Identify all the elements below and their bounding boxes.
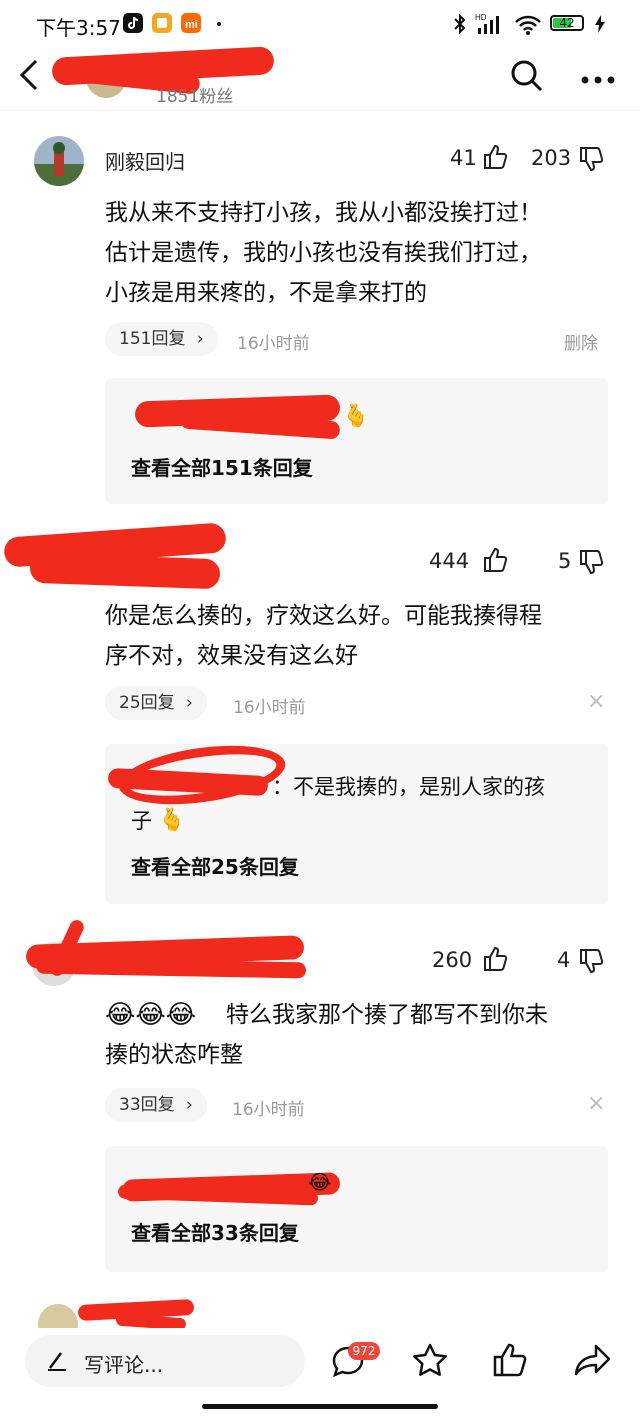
reply-text: 子 bbox=[131, 809, 152, 833]
crying-laughing-emojis: 😂😂😂 bbox=[105, 1000, 197, 1030]
close-icon[interactable]: × bbox=[587, 689, 605, 714]
redaction-mark bbox=[35, 957, 307, 979]
comment-input-placeholder[interactable]: 写评论... bbox=[84, 1349, 163, 1378]
chevron-right-icon: › bbox=[186, 693, 193, 713]
tiktok-icon bbox=[123, 13, 143, 33]
chevron-right-icon: › bbox=[186, 1095, 193, 1115]
thumbs-up-icon[interactable] bbox=[482, 946, 508, 972]
comment-time: 16小时前 bbox=[233, 698, 306, 718]
follower-count: 1851粉丝 bbox=[156, 87, 234, 107]
view-all-replies-link[interactable]: 查看全部33条回复 bbox=[131, 1217, 299, 1246]
redaction-mark bbox=[29, 552, 221, 590]
like-count: 444 bbox=[429, 549, 470, 573]
notification-dot bbox=[217, 22, 221, 26]
dislike-count: 4 bbox=[557, 948, 571, 972]
thumbs-down-icon[interactable] bbox=[578, 948, 604, 974]
share-icon[interactable] bbox=[574, 1342, 612, 1382]
reply-count-button[interactable]: 33回复 › bbox=[105, 1088, 207, 1122]
thumbs-down-icon[interactable] bbox=[578, 549, 604, 575]
thumbs-up-icon[interactable] bbox=[482, 144, 508, 170]
back-button[interactable] bbox=[18, 58, 40, 99]
bluetooth-icon bbox=[452, 13, 468, 39]
finger-heart-emoji: 🫰 bbox=[342, 404, 370, 429]
thumbs-up-icon[interactable] bbox=[482, 547, 508, 573]
like-icon[interactable] bbox=[492, 1342, 528, 1382]
like-count: 260 bbox=[432, 948, 473, 972]
comment-text: 揍的状态咋整 bbox=[105, 1042, 243, 1068]
charging-icon bbox=[594, 15, 606, 37]
thumbs-down-icon[interactable] bbox=[578, 146, 604, 172]
mi-icon: mi bbox=[181, 13, 201, 33]
reply-preview[interactable] bbox=[105, 378, 608, 504]
signal-icon: HD bbox=[474, 12, 506, 40]
battery-indicator: 42 bbox=[550, 15, 584, 31]
svg-text:mi: mi bbox=[185, 19, 198, 31]
comment-text: 你是怎么揍的，疗效这么好。可能我揍得程 序不对，效果没有这么好 bbox=[105, 603, 542, 669]
view-all-replies-link[interactable]: 查看全部151条回复 bbox=[131, 452, 313, 481]
reply-count-button[interactable]: 25回复 › bbox=[105, 686, 207, 720]
notes-icon bbox=[152, 13, 172, 33]
home-indicator[interactable] bbox=[202, 1404, 438, 1409]
delete-button[interactable]: 删除 bbox=[564, 329, 598, 354]
commenter-name[interactable]: 刚毅回归 bbox=[105, 146, 185, 175]
like-count: 41 bbox=[450, 146, 477, 170]
view-all-replies-link[interactable]: 查看全部25条回复 bbox=[131, 851, 299, 880]
wifi-icon bbox=[514, 14, 542, 40]
dislike-count: 203 bbox=[531, 146, 572, 170]
comment-text: 我从来不支持打小孩，我从小都没挨打过！ 估计是遗传，我的小孩也没有挨我们打过， … bbox=[105, 200, 542, 306]
more-icon[interactable] bbox=[580, 70, 616, 89]
pen-icon bbox=[46, 1350, 68, 1376]
header-divider bbox=[0, 110, 640, 111]
dislike-count: 5 bbox=[558, 549, 572, 573]
status-time: 下午3:57 bbox=[36, 16, 121, 40]
comment-text: 特么我家那个揍了都写不到你未 bbox=[226, 1002, 548, 1028]
reply-preview[interactable] bbox=[105, 1146, 608, 1272]
reply-count-button[interactable]: 151回复 › bbox=[105, 322, 218, 356]
comment-time: 16小时前 bbox=[237, 334, 310, 354]
search-icon[interactable] bbox=[509, 58, 545, 98]
svg-text:HD: HD bbox=[475, 13, 487, 22]
close-icon[interactable]: × bbox=[587, 1091, 605, 1116]
favorite-star-icon[interactable] bbox=[411, 1342, 449, 1384]
comment-count-badge: 972 bbox=[348, 1342, 380, 1360]
finger-heart-emoji: 🫰 bbox=[158, 808, 186, 833]
comment-time: 16小时前 bbox=[232, 1100, 305, 1120]
chevron-right-icon: › bbox=[196, 329, 204, 349]
emoji: 😂 bbox=[308, 1170, 332, 1194]
reply-text: ：不是我揍的，是别人家的孩 bbox=[272, 775, 545, 799]
avatar[interactable] bbox=[34, 136, 84, 186]
